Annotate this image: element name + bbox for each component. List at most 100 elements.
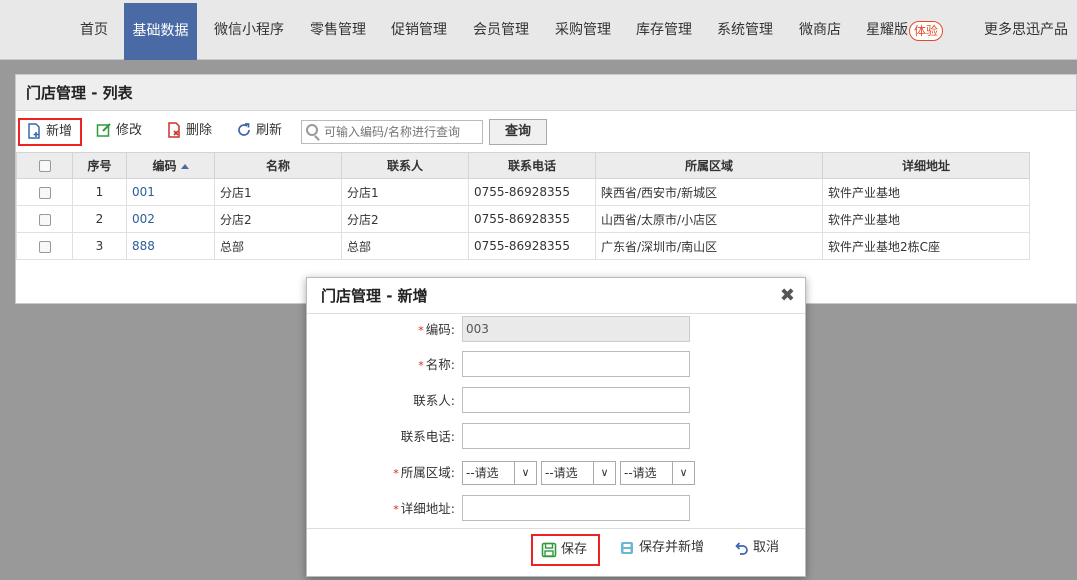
- close-icon[interactable]: ✖: [780, 278, 795, 314]
- district-select[interactable]: --请选 ∨: [620, 461, 695, 485]
- row-address: 软件产业基地2栋C座: [822, 232, 1030, 260]
- code-field: 003: [462, 316, 690, 342]
- chevron-down-icon: ∨: [672, 462, 694, 484]
- code-row: * 编码: 003: [307, 316, 805, 344]
- delete-label: 删除: [186, 123, 213, 138]
- delete-file-icon: [166, 121, 182, 138]
- chevron-down-icon: ∨: [514, 462, 536, 484]
- store-table: 序号 编码 名称 联系人 联系电话 所属区域 详细地址 1 001 分店1 分店…: [16, 152, 1030, 260]
- save-stack-icon: [619, 539, 635, 555]
- row-code[interactable]: 001: [126, 178, 215, 206]
- row-phone: 0755-86928355: [468, 178, 596, 206]
- city-select[interactable]: --请选 ∨: [541, 461, 616, 485]
- phone-label: 联系电话:: [400, 429, 455, 444]
- cancel-button[interactable]: 取消: [725, 534, 787, 566]
- col-header-code[interactable]: 编码: [126, 152, 215, 179]
- edit-icon: [96, 122, 112, 138]
- col-header-phone[interactable]: 联系电话: [468, 152, 596, 179]
- province-select[interactable]: --请选 ∨: [462, 461, 537, 485]
- store-list-panel: 门店管理 - 列表 新增 修改 删除 刷新 查询: [15, 74, 1077, 304]
- nav-star[interactable]: 星耀版: [862, 0, 912, 60]
- row-checkbox[interactable]: [38, 186, 51, 199]
- table-header-row: 序号 编码 名称 联系人 联系电话 所属区域 详细地址: [16, 152, 1030, 179]
- row-region: 陕西省/西安市/新城区: [595, 178, 823, 206]
- row-name: 分店2: [214, 205, 342, 233]
- phone-field[interactable]: [462, 423, 690, 449]
- nav-basic-data[interactable]: 基础数据: [124, 3, 197, 60]
- contact-field[interactable]: [462, 387, 690, 413]
- save-button[interactable]: 保存: [531, 534, 600, 566]
- refresh-button[interactable]: 刷新: [230, 118, 290, 146]
- address-field[interactable]: [462, 495, 690, 521]
- row-checkbox[interactable]: [38, 213, 51, 226]
- nav-more-products[interactable]: 更多思迅产品: [978, 0, 1074, 60]
- add-label: 新增: [46, 124, 73, 139]
- nav-purchase[interactable]: 采购管理: [548, 0, 618, 60]
- col-header-address[interactable]: 详细地址: [822, 152, 1030, 179]
- nav-system[interactable]: 系统管理: [710, 0, 780, 60]
- col-header-name[interactable]: 名称: [214, 152, 342, 179]
- table-row[interactable]: 3 888 总部 总部 0755-86928355 广东省/深圳市/南山区 软件…: [16, 232, 1030, 260]
- table-row[interactable]: 2 002 分店2 分店2 0755-86928355 山西省/太原市/小店区 …: [16, 205, 1030, 233]
- search-input[interactable]: [301, 120, 483, 144]
- floppy-disk-icon: [541, 541, 557, 557]
- row-no: 3: [72, 232, 127, 260]
- row-phone: 0755-86928355: [468, 232, 596, 260]
- row-name: 总部: [214, 232, 342, 260]
- table-row[interactable]: 1 001 分店1 分店1 0755-86928355 陕西省/西安市/新城区 …: [16, 178, 1030, 206]
- row-phone: 0755-86928355: [468, 205, 596, 233]
- col-header-no: 序号: [72, 152, 127, 179]
- nav-inventory[interactable]: 库存管理: [629, 0, 699, 60]
- nav-microshop[interactable]: 微商店: [792, 0, 848, 60]
- col-header-code-label: 编码: [152, 159, 177, 173]
- contact-label: 联系人:: [413, 393, 455, 408]
- row-region: 广东省/深圳市/南山区: [595, 232, 823, 260]
- region-label: * 所属区域:: [393, 465, 455, 480]
- name-row: * 名称:: [307, 351, 805, 379]
- contact-row: 联系人:: [307, 387, 805, 415]
- row-select-cell[interactable]: [16, 232, 73, 260]
- refresh-label: 刷新: [256, 123, 283, 138]
- row-no: 1: [72, 178, 127, 206]
- row-checkbox[interactable]: [38, 240, 51, 253]
- add-button[interactable]: 新增: [18, 118, 82, 146]
- code-label: * 编码:: [418, 322, 455, 337]
- col-header-region[interactable]: 所属区域: [595, 152, 823, 179]
- region-row: * 所属区域: --请选 ∨ --请选 ∨ --请选 ∨: [307, 459, 805, 487]
- nav-wechat-mini[interactable]: 微信小程序: [207, 0, 291, 60]
- trial-badge: 体验: [909, 21, 944, 41]
- query-button[interactable]: 查询: [489, 119, 547, 145]
- row-select-cell[interactable]: [16, 178, 73, 206]
- edit-button[interactable]: 修改: [90, 118, 150, 146]
- nav-home[interactable]: 首页: [72, 0, 116, 60]
- save-and-new-button[interactable]: 保存并新增: [611, 534, 711, 566]
- add-store-dialog: 门店管理 - 新增 ✖ * 编码: 003 * 名称: 联系人: 联系电话: * 所属…: [306, 277, 806, 577]
- address-label: * 详细地址:: [393, 501, 455, 516]
- row-select-cell[interactable]: [16, 205, 73, 233]
- required-mark: *: [393, 503, 399, 516]
- search-icon: [306, 124, 318, 136]
- row-code[interactable]: 002: [126, 205, 215, 233]
- required-mark: *: [418, 359, 424, 372]
- row-contact: 分店2: [341, 205, 469, 233]
- row-address: 软件产业基地: [822, 178, 1030, 206]
- dialog-title-bar: 门店管理 - 新增 ✖: [307, 278, 805, 314]
- row-name: 分店1: [214, 178, 342, 206]
- nav-retail[interactable]: 零售管理: [303, 0, 373, 60]
- top-navigation: 首页 基础数据 微信小程序 零售管理 促销管理 会员管理 采购管理 库存管理 系…: [0, 0, 1077, 60]
- toolbar: 新增 修改 删除 刷新 查询: [16, 111, 1076, 151]
- delete-button[interactable]: 删除: [160, 118, 222, 146]
- nav-promotion[interactable]: 促销管理: [384, 0, 454, 60]
- row-code[interactable]: 888: [126, 232, 215, 260]
- name-label: * 名称:: [418, 357, 455, 372]
- select-all-cell[interactable]: [16, 152, 73, 179]
- nav-member[interactable]: 会员管理: [466, 0, 536, 60]
- row-no: 2: [72, 205, 127, 233]
- sort-asc-icon: [180, 164, 189, 169]
- row-address: 软件产业基地: [822, 205, 1030, 233]
- refresh-icon: [236, 122, 252, 138]
- phone-row: 联系电话:: [307, 423, 805, 451]
- select-all-checkbox[interactable]: [38, 160, 51, 172]
- name-field[interactable]: [462, 351, 690, 377]
- col-header-contact[interactable]: 联系人: [341, 152, 469, 179]
